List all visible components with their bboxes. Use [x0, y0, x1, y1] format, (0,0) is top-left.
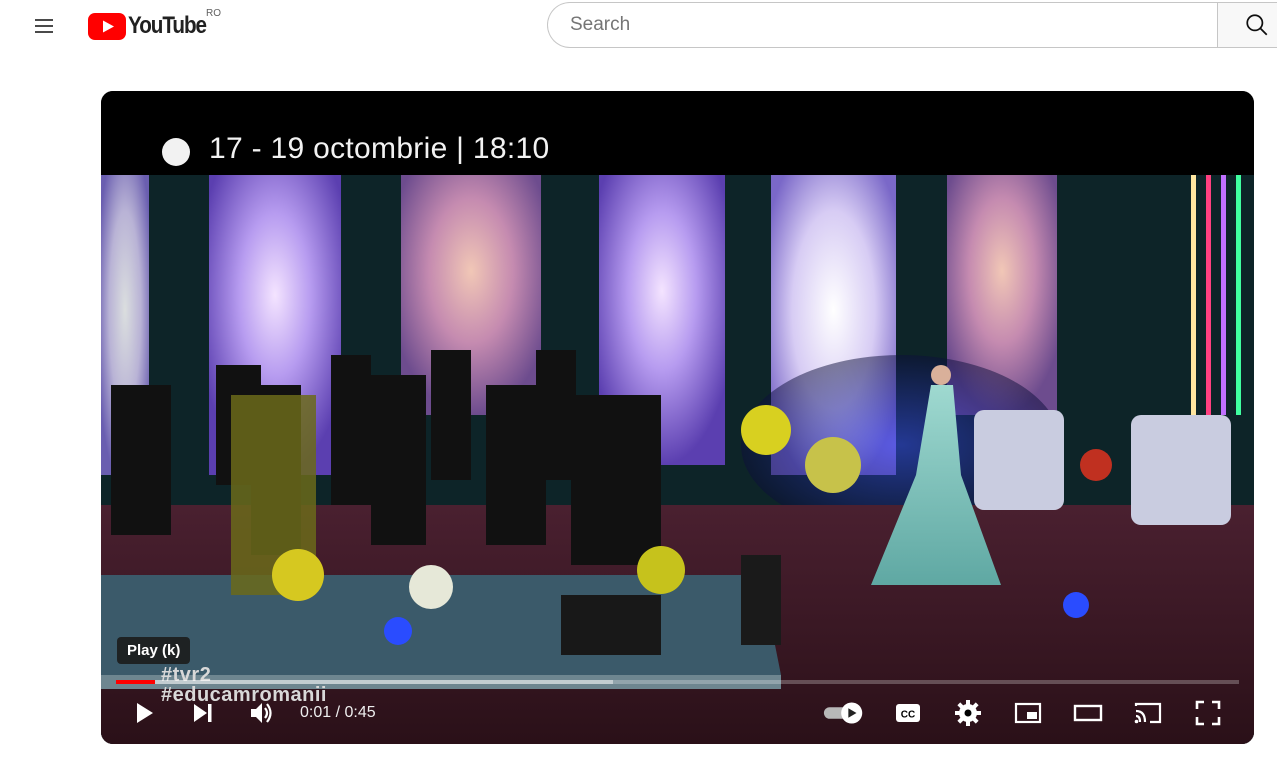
cast-icon — [1134, 702, 1162, 724]
banner-text: 17 - 19 octombrie | 18:10 — [209, 132, 550, 165]
video-player[interactable]: 17 - 19 octombrie | 18:10 #tvr2 #educamr… — [101, 91, 1254, 744]
player-controls: 0:01 / 0:45 CC — [101, 691, 1254, 737]
subtitles-button[interactable]: CC — [890, 697, 926, 729]
next-button[interactable] — [185, 697, 221, 729]
video-frame[interactable] — [101, 175, 1254, 744]
logo-text: YouTube — [128, 12, 207, 39]
search-button[interactable] — [1217, 2, 1277, 48]
autoplay-toggle-icon — [823, 702, 863, 724]
svg-text:CC: CC — [901, 710, 915, 721]
progress-played — [116, 680, 156, 684]
masthead: YouTube RO — [0, 0, 1277, 56]
next-icon — [194, 704, 212, 722]
gear-icon — [955, 700, 981, 726]
play-icon — [137, 703, 153, 723]
cast-button[interactable] — [1130, 697, 1166, 729]
menu-icon[interactable] — [20, 4, 68, 48]
theater-mode-button[interactable] — [1070, 697, 1106, 729]
autoplay-toggle[interactable] — [821, 697, 869, 729]
settings-button[interactable] — [950, 697, 986, 729]
youtube-logo[interactable]: YouTube RO — [88, 8, 221, 44]
video-banner: 17 - 19 octombrie | 18:10 — [101, 91, 1254, 175]
time-display: 0:01 / 0:45 — [300, 704, 376, 721]
fullscreen-icon — [1195, 700, 1221, 726]
progress-loaded — [116, 680, 614, 684]
youtube-logo-icon — [88, 12, 126, 40]
play-tooltip: Play (k) — [117, 637, 191, 664]
miniplayer-button[interactable] — [1010, 697, 1046, 729]
search-icon — [1246, 14, 1268, 36]
miniplayer-icon — [1014, 702, 1042, 724]
fullscreen-button[interactable] — [1190, 697, 1226, 729]
mute-button[interactable] — [244, 697, 280, 729]
subtitles-icon: CC — [896, 704, 920, 722]
search-box — [547, 2, 1217, 48]
theater-mode-icon — [1073, 704, 1103, 722]
country-code: RO — [206, 8, 221, 19]
play-button[interactable] — [126, 697, 162, 729]
volume-icon — [251, 703, 272, 723]
search-input[interactable] — [568, 13, 1217, 37]
progress-bar[interactable] — [116, 680, 1239, 684]
banner-dot — [162, 138, 190, 166]
